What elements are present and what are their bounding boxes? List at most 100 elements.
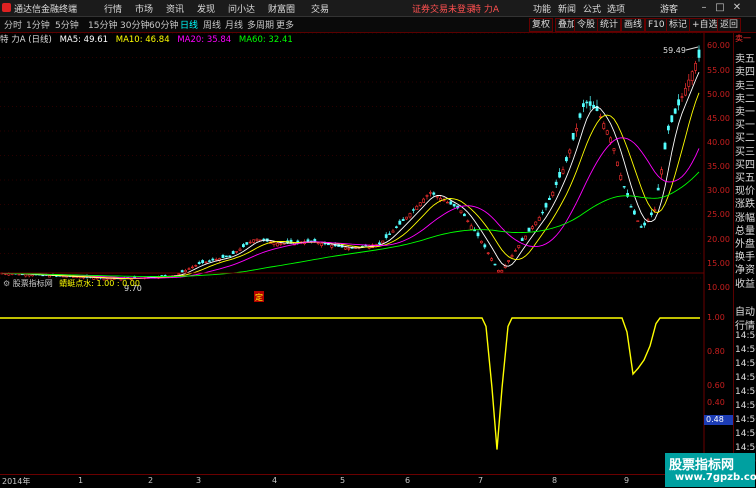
candle-body xyxy=(694,63,698,71)
candle-body xyxy=(459,210,463,213)
tick-time-label: 14:56 xyxy=(735,373,756,383)
indicator-name[interactable]: 蜻蜓点水: 1.00 : 0.00 xyxy=(59,279,140,288)
login-warning[interactable]: 证券交易未登录 xyxy=(412,2,475,15)
candle-body xyxy=(316,242,320,245)
indicator-current: 0.48 xyxy=(704,415,734,425)
candle-body xyxy=(602,123,606,129)
candle-body xyxy=(632,210,636,215)
candle-body xyxy=(452,203,456,207)
back-button[interactable]: 返回 xyxy=(717,18,742,32)
mark-button[interactable]: 标记 xyxy=(666,18,691,32)
add-favorite-button[interactable]: +自选 xyxy=(689,18,721,32)
month-tick: 4 xyxy=(272,476,278,485)
stock-button[interactable]: 令股 xyxy=(574,18,599,32)
month-tick: 5 xyxy=(340,476,346,485)
candle-body xyxy=(561,169,565,174)
candle-body xyxy=(405,216,409,220)
menu-options[interactable]: 选项 xyxy=(607,2,625,15)
period-daily[interactable]: 日线 xyxy=(180,18,198,31)
month-tick: 9 xyxy=(624,476,630,485)
menu-market[interactable]: 行情 xyxy=(104,2,122,15)
candle-body xyxy=(242,244,245,248)
minimize-icon[interactable]: – xyxy=(697,1,711,14)
adjust-button[interactable]: 复权 xyxy=(529,18,554,32)
candle-body xyxy=(513,250,517,252)
candle-body xyxy=(248,241,252,244)
candle-body xyxy=(568,149,572,154)
candle-body xyxy=(558,171,562,178)
candle-body xyxy=(221,254,225,258)
price-tick: 45.00 xyxy=(707,114,730,123)
period-more[interactable]: 更多 xyxy=(276,18,294,31)
candle-body xyxy=(653,209,657,211)
candle-body xyxy=(622,186,626,188)
candle-body xyxy=(343,247,347,250)
period-30min[interactable]: 30分钟 xyxy=(120,18,149,31)
watermark-title: 股票指标网 xyxy=(669,458,735,473)
period-60min[interactable]: 60分钟 xyxy=(149,18,178,31)
candle-body xyxy=(252,239,256,243)
tick-time-label: 14:56 xyxy=(735,359,756,369)
stats-button[interactable]: 统计 xyxy=(597,18,622,32)
month-tick: 6 xyxy=(405,476,411,485)
current-stock: 特 力A xyxy=(472,5,500,15)
draw-button[interactable]: 画线 xyxy=(621,18,646,32)
price-tick: 10.00 xyxy=(707,283,730,292)
maximize-icon[interactable]: □ xyxy=(713,1,727,14)
menu-ask[interactable]: 问小达 xyxy=(228,2,255,15)
period-5min[interactable]: 5分钟 xyxy=(55,18,79,31)
date-axis: 2014年 1 2 3 4 5 6 7 8 9 10 xyxy=(0,474,756,488)
menu-trade[interactable]: 交易 xyxy=(311,2,329,15)
period-weekly[interactable]: 周线 xyxy=(203,18,221,31)
period-monthly[interactable]: 月线 xyxy=(225,18,243,31)
candle-body xyxy=(391,230,395,233)
menu-function[interactable]: 功能 xyxy=(533,2,551,15)
month-tick: 2 xyxy=(148,476,154,485)
site-watermark: 股票指标网 www.7gpzb.com xyxy=(665,453,756,487)
candle-body xyxy=(306,239,310,242)
menu-markets[interactable]: 市场 xyxy=(135,2,153,15)
ma60-line xyxy=(1,171,700,277)
close-icon[interactable]: ✕ xyxy=(730,1,744,14)
price-tick: 50.00 xyxy=(707,90,730,99)
month-tick: 8 xyxy=(552,476,558,485)
indicator-tick: 0.40 xyxy=(707,398,725,407)
menu-info[interactable]: 新闻 xyxy=(558,2,576,15)
candle-body xyxy=(660,169,664,175)
period-15min[interactable]: 15分钟 xyxy=(88,18,117,31)
menu-news[interactable]: 资讯 xyxy=(166,2,184,15)
price-tick: 55.00 xyxy=(707,66,730,75)
candle-body xyxy=(677,99,681,106)
candle-body xyxy=(24,274,28,277)
indicator-tick: 1.00 xyxy=(707,313,725,322)
tick-time-label: 自动 xyxy=(735,307,755,318)
gear-icon[interactable]: ⚙ xyxy=(3,279,10,288)
period-tick[interactable]: 分时 xyxy=(4,18,22,31)
guest-label[interactable]: 游客 xyxy=(660,2,678,15)
chart-grid xyxy=(0,33,704,279)
chart-area[interactable]: 59.49 9.70 定 xyxy=(0,33,733,474)
month-tick: 1 xyxy=(78,476,84,485)
tick-time-label: 14:56 xyxy=(735,331,756,341)
candle-body xyxy=(649,212,653,216)
f10-button[interactable]: F10 xyxy=(645,18,668,32)
candle-body xyxy=(588,101,592,106)
period-multi[interactable]: 多周期 xyxy=(247,18,274,31)
candle-body xyxy=(255,238,259,242)
candle-body xyxy=(530,226,534,229)
candle-body xyxy=(615,161,619,167)
menu-discover[interactable]: 发现 xyxy=(197,2,215,15)
candle-body xyxy=(398,220,402,225)
candle-body xyxy=(320,243,324,246)
candle-body xyxy=(639,226,643,228)
candle-body xyxy=(408,213,412,218)
period-1min[interactable]: 1分钟 xyxy=(26,18,50,31)
menu-wealth[interactable]: 财富圈 xyxy=(268,2,295,15)
candle-body xyxy=(435,196,439,198)
candle-body xyxy=(609,137,613,143)
candle-body xyxy=(520,238,524,241)
candle-body xyxy=(184,270,188,273)
menu-formula[interactable]: 公式 xyxy=(583,2,601,15)
candle-body xyxy=(425,195,429,197)
candle-body xyxy=(680,96,684,98)
